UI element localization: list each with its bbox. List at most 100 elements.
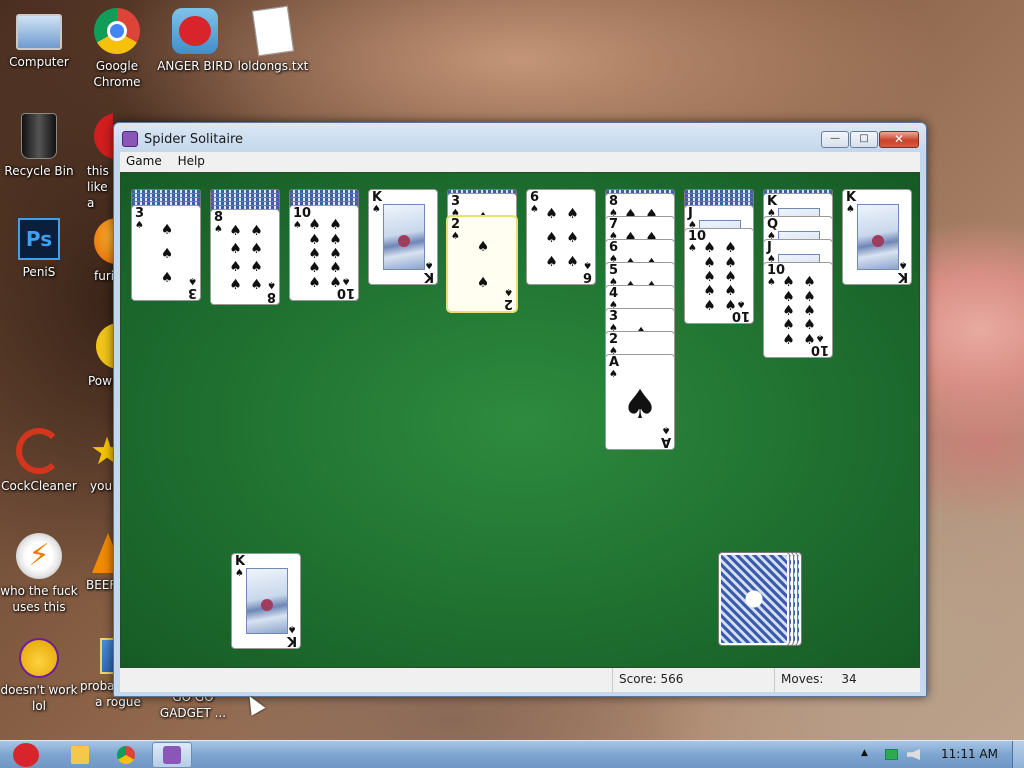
desktop-icon-opera[interactable]: this like a: [78, 113, 113, 211]
taskbar-explorer[interactable]: [60, 742, 100, 768]
spade-icon: ♠: [736, 298, 746, 309]
desktop-icon-anger-bird[interactable]: ANGER BIRD: [155, 8, 235, 74]
menu-bar: Game Help: [120, 152, 920, 172]
desktop-icon-vlc[interactable]: BEEF: [78, 533, 113, 593]
spade-icon: ♠: [341, 275, 351, 286]
show-hidden-icons-arrow[interactable]: ▲: [861, 748, 868, 758]
angry-bird-icon: [172, 8, 218, 54]
taskbar-chrome[interactable]: [106, 742, 146, 768]
spade-icon: ♠: [308, 260, 321, 277]
spade-icon: ♠: [135, 220, 144, 231]
desktop-icon-computer[interactable]: Computer: [0, 8, 79, 70]
spade-icon: ♠: [724, 240, 737, 257]
spade-icon: ♠: [308, 245, 321, 262]
playing-card[interactable]: K♠ K♠: [231, 553, 301, 649]
score-value: 566: [660, 672, 684, 686]
spade-icon: ♠: [566, 206, 579, 222]
moves-display: Moves: 34: [774, 668, 914, 692]
taskbar-spider-solitaire[interactable]: [152, 742, 192, 768]
spade-icon: ♠: [530, 204, 539, 215]
photoshop-icon: Ps: [18, 218, 60, 260]
spade-icon: ♠: [803, 317, 816, 334]
playing-card[interactable]: 10 ♠ ♠ ♠ ♠ ♠ ♠ ♠ ♠ ♠ ♠ ♠ 10 ♠: [289, 205, 359, 301]
spade-icon: ♠: [229, 277, 242, 293]
spade-icon: ♠: [267, 279, 276, 290]
spade-icon: ♠: [803, 302, 816, 319]
spider-app-icon: [163, 746, 181, 764]
spade-icon: ♠: [424, 259, 434, 270]
card-rank: K ♠: [846, 190, 857, 215]
card-rank: 6 ♠: [530, 190, 540, 215]
playing-card[interactable]: K♠ K♠: [368, 189, 438, 285]
start-button[interactable]: [4, 742, 48, 768]
spade-icon: ♠: [188, 275, 197, 286]
spade-icon: ♠: [372, 204, 381, 215]
desktop-icon-power[interactable]: Pow: [78, 323, 113, 389]
desktop-icon-yahoo[interactable]: doesn't work lol: [0, 638, 79, 714]
maximize-button[interactable]: □: [850, 131, 878, 148]
playing-card[interactable]: 8♠♠♠♠♠♠♠♠♠8♠: [210, 209, 280, 305]
spade-icon: ♠: [703, 254, 716, 271]
spade-icon: ♠: [229, 259, 242, 275]
card-rank: A ♠: [609, 355, 620, 380]
desktop-icon-photoshop[interactable]: Ps PeniS: [0, 218, 79, 280]
moves-value: 34: [841, 672, 857, 686]
desktop-icon-winamp[interactable]: ⚡ who the fuck uses this: [0, 533, 79, 615]
spade-icon: ♠: [703, 240, 716, 257]
moves-label: Moves:: [781, 672, 824, 686]
card-rank-corner: 6♠: [582, 259, 592, 284]
chrome-icon: [117, 746, 135, 764]
menu-game[interactable]: Game: [120, 152, 168, 170]
spider-solitaire-window[interactable]: Spider Solitaire — □ ✕ Game Help 3 ♠ ♠ ♠ ♠ 3 ♠…: [113, 122, 927, 697]
spade-icon: ♠: [229, 241, 242, 257]
network-icon[interactable]: [885, 749, 898, 760]
spade-icon: ♠: [250, 223, 263, 239]
spade-icon: ♠: [545, 206, 558, 222]
show-desktop-button[interactable]: [1012, 741, 1024, 768]
playing-card[interactable]: 2♠♠♠2♠: [446, 215, 518, 313]
title-bar[interactable]: Spider Solitaire — □ ✕: [114, 123, 926, 153]
card-rank-corner: A ♠: [660, 424, 671, 449]
playing-card[interactable]: A ♠ ♠ A ♠: [605, 354, 675, 450]
spade-icon: ♠: [566, 254, 579, 270]
card-pips: ♠ ♠ ♠ ♠ ♠ ♠: [541, 202, 583, 274]
spade-icon: ♠: [782, 302, 795, 319]
clock[interactable]: 11:11 AM: [941, 747, 998, 761]
card-pips: ♠♠: [476, 229, 490, 301]
game-board: 3 ♠ ♠ ♠ ♠ 3 ♠ 8 ♠ ♠ ♠ ♠ ♠ ♠ ♠ ♠ ♠ 8 ♠ 10 ♠ ♠ ♠ ♠ ♠ ♠ ♠ ♠ ♠ ♠ ♠ 10 ♠ K ♠ K ♠ 3…: [120, 172, 920, 668]
spade-icon: ♠: [250, 277, 263, 293]
spade-icon: ♠: [661, 424, 671, 435]
spade-icon: ♠: [782, 274, 795, 291]
playing-card[interactable]: 10 ♠ ♠ ♠ ♠ ♠ ♠ ♠ ♠ ♠ ♠ ♠ 10 ♠: [684, 228, 754, 324]
spade-icon: ♠: [214, 224, 223, 235]
card-pips: ♠ ♠ ♠ ♠ ♠ ♠ ♠ ♠: [225, 222, 267, 294]
card-rank: K ♠: [372, 190, 383, 215]
spade-icon: ♠: [703, 297, 716, 314]
chrome-icon: [94, 8, 140, 54]
playing-card[interactable]: 3♠♠♠♠3♠: [131, 205, 201, 301]
desktop-icon-chrome[interactable]: Google Chrome: [77, 8, 157, 90]
menu-help[interactable]: Help: [172, 152, 211, 170]
playing-card[interactable]: 6♠♠♠♠♠♠♠6♠: [526, 189, 596, 285]
spade-icon: ♠: [782, 331, 795, 348]
playing-card[interactable]: 10 ♠ ♠ ♠ ♠ ♠ ♠ ♠ ♠ ♠ ♠ ♠ 10 ♠: [763, 262, 833, 358]
card-face-art: [857, 204, 899, 270]
spade-icon: ♠: [504, 286, 513, 297]
spade-icon: ♠: [545, 254, 558, 270]
desktop-icon-recycle-bin[interactable]: Recycle Bin: [0, 113, 79, 179]
desktop-icon-loldongs[interactable]: loldongs.txt: [233, 5, 313, 74]
minimize-button[interactable]: —: [821, 131, 849, 148]
card-rank-corner: K♠: [897, 259, 908, 284]
desktop-icon-you[interactable]: ★ you: [78, 428, 113, 494]
playing-card[interactable]: K♠ K♠: [842, 189, 912, 285]
computer-icon: [16, 14, 62, 50]
close-button[interactable]: ✕: [879, 131, 919, 148]
card-rank-corner: 10 ♠: [810, 332, 829, 357]
card-rank-corner: 10 ♠: [336, 275, 355, 300]
card-back[interactable]: [718, 552, 790, 646]
spade-icon: ♠: [287, 623, 297, 634]
status-bar: Score: 566 Moves: 34: [120, 668, 920, 692]
volume-icon[interactable]: [907, 749, 920, 760]
desktop-icon-ccleaner[interactable]: CockCleaner: [0, 428, 79, 494]
desktop-icon-firefox[interactable]: furi: [78, 218, 113, 284]
